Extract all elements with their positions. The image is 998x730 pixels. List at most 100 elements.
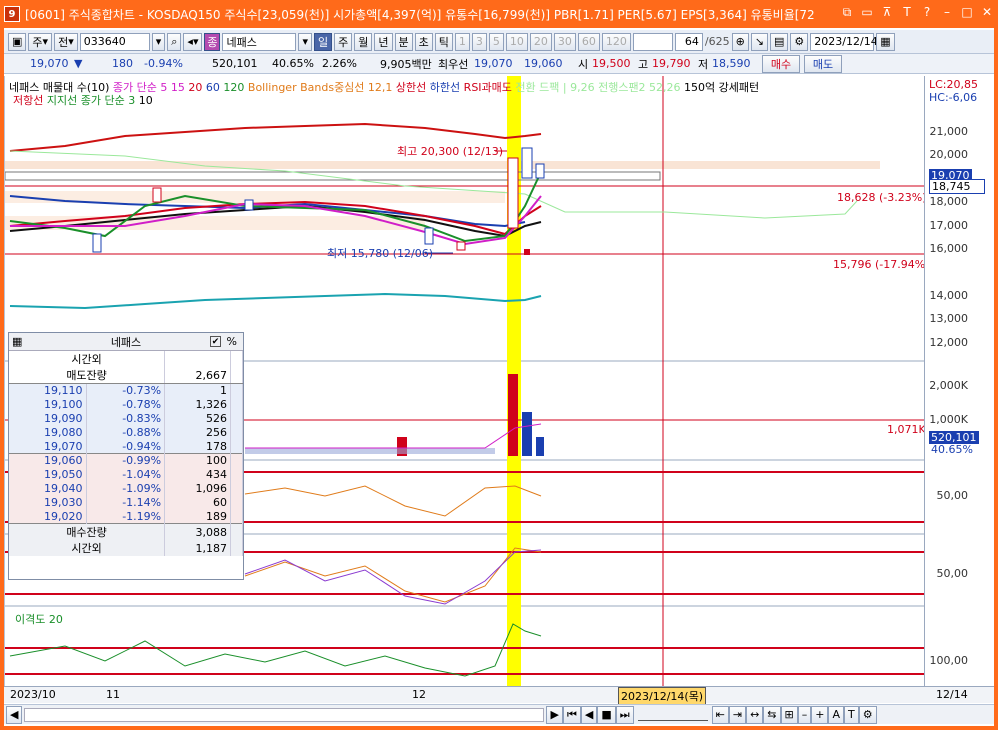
legend-resistance[interactable]: 저항선 (13, 94, 43, 107)
legend-bollinger-upper[interactable]: 상한선 (396, 81, 426, 94)
scroll-right-icon[interactable]: ▶ (546, 705, 563, 724)
first-icon[interactable]: ⏮ (562, 705, 581, 724)
interval-5[interactable]: 5 (488, 32, 504, 51)
tool-icon-5[interactable]: ⊞ (780, 705, 798, 724)
interval-120[interactable]: 120 (601, 32, 631, 51)
speed-slider[interactable] (637, 709, 708, 721)
interval-10[interactable]: 10 (505, 32, 528, 51)
period-week-tab[interactable]: 주 (334, 32, 353, 51)
scroll-track[interactable] (24, 707, 545, 722)
bid-row[interactable]: 19,050 -1.04% 434 (9, 467, 243, 482)
scroll-left-icon[interactable]: ◀ (6, 705, 23, 724)
low-price: 18,590 (712, 57, 751, 70)
ask-row[interactable]: 19,080 -0.88% 256 (9, 425, 243, 440)
bid-row[interactable]: 19,060 -0.99% 100 (9, 453, 243, 468)
period-day-tab[interactable]: 일 (314, 32, 333, 51)
text-icon[interactable]: A (828, 705, 844, 724)
layout-icon[interactable]: ▣ (8, 32, 27, 51)
settings-icon[interactable]: ⚙ (790, 32, 809, 51)
stop-icon[interactable]: ■ (597, 705, 616, 724)
axis-tick: 21,000 (929, 125, 969, 138)
period-second-tab[interactable]: 초 (414, 32, 433, 51)
period-month-tab[interactable]: 월 (354, 32, 373, 51)
font-icon[interactable]: T (900, 5, 914, 20)
interval-20[interactable]: 20 (529, 32, 552, 51)
orderbook-panel[interactable]: ▦ 네패스 ✔ % 시간외 매도잔량 2,667 19,110 -0.73% 1 1… (8, 332, 244, 580)
link-icon[interactable]: ⧉ (840, 5, 854, 20)
next-step-icon[interactable]: ⏭ (615, 705, 634, 724)
buy-button[interactable]: 매수 (762, 55, 800, 73)
legend-rsi-oversold[interactable]: RSI과매도 (464, 81, 512, 94)
change-percent: -0.94% (144, 57, 183, 70)
search-icon[interactable]: ⌕ (167, 32, 182, 51)
chart-scrollbar[interactable]: ◀ ▶ ⏮ ◀ ■ ⏭ ⇤ ⇥ ↔ ⇆ ⊞ – + A T ⚙ (4, 704, 994, 724)
bid-total-label: 매수잔량 (9, 523, 166, 540)
price-axis[interactable]: LC:20,85 HC:-6,06 21,000 20,000 19,070 1… (924, 76, 994, 686)
legend-ma3[interactable]: 종가 단순 3 (81, 94, 135, 107)
legend-ma120[interactable]: 120 (223, 81, 244, 94)
period-tick-tab[interactable]: 틱 (434, 32, 453, 51)
tool-icon-3[interactable]: ↔ (746, 705, 764, 724)
interval-30[interactable]: 30 (553, 32, 576, 51)
prev-select[interactable]: 전 ▾ (54, 32, 78, 51)
interval-1[interactable]: 1 (454, 32, 470, 51)
ask-row[interactable]: 19,090 -0.83% 526 (9, 411, 243, 426)
period-minute-tab[interactable]: 분 (394, 32, 413, 51)
level-line-2: 15,796 (-17.94%) (833, 258, 930, 271)
legend-ma10[interactable]: 10 (139, 94, 153, 107)
zoom-out-icon[interactable]: – (797, 705, 812, 724)
high-label: 고 (638, 57, 649, 71)
add-indicator-icon[interactable]: ⊕ (731, 32, 749, 51)
help-icon[interactable]: ? (920, 5, 934, 20)
period-year-tab[interactable]: 년 (374, 32, 393, 51)
legend-strong-pattern[interactable]: 150억 강세패턴 (684, 81, 759, 94)
sound-icon[interactable]: ◂▾ (183, 32, 203, 51)
close-icon[interactable]: ✕ (980, 5, 994, 20)
interval-60[interactable]: 60 (577, 32, 600, 51)
date-input[interactable]: 2023/12/14 (810, 32, 878, 51)
legend-ichimoku-2[interactable]: 전행스팬2 52,26 (598, 81, 680, 94)
legend-ma20[interactable]: 20 (188, 81, 202, 94)
tool-icon-2[interactable]: ⇥ (728, 705, 747, 724)
stock-code-input[interactable]: 033640 (79, 32, 150, 51)
calendar-icon[interactable]: ▦ (876, 32, 895, 51)
legend-bollinger-mid[interactable]: Bollinger Bands중심선 12,1 (248, 81, 393, 94)
legend-ma15[interactable]: 15 (171, 81, 185, 94)
save-icon[interactable]: ▤ (770, 32, 789, 51)
bid-row[interactable]: 19,030 -1.14% 60 (9, 495, 243, 510)
restore-icon[interactable]: ▭ (860, 5, 874, 20)
custom-interval-input[interactable] (632, 32, 673, 51)
zoom-in-icon[interactable]: + (811, 705, 829, 724)
ask-row[interactable]: 19,070 -0.94% 178 (9, 439, 243, 454)
legend-support[interactable]: 지지선 (47, 94, 77, 107)
maximize-icon[interactable]: □ (960, 5, 974, 20)
stock-dropdown-icon[interactable]: ▾ (298, 32, 312, 51)
ask-row[interactable]: 19,100 -0.78% 1,326 (9, 397, 243, 412)
legend-bollinger-lower[interactable]: 하한선 (430, 81, 460, 94)
pin-icon[interactable]: ⊼ (880, 5, 894, 20)
percent-checkbox[interactable]: ✔ (210, 336, 221, 347)
prev-step-icon[interactable]: ◀ (580, 705, 598, 724)
period-week-select[interactable]: 주 ▾ (28, 32, 53, 51)
ask-row[interactable]: 19,110 -0.73% 1 (9, 383, 243, 398)
grid-icon[interactable]: ▦ (12, 335, 22, 348)
settings-icon[interactable]: ⚙ (858, 705, 877, 724)
orderbook-header: ▦ 네패스 ✔ % (9, 333, 243, 351)
volume-level: 1,071K (887, 423, 926, 436)
bid-row[interactable]: 19,020 -1.19% 189 (9, 509, 243, 524)
legend-ichimoku-1[interactable]: 전환 드팩 | 9,26 (515, 81, 594, 94)
interval-3[interactable]: 3 (471, 32, 487, 51)
draw-tool-icon[interactable]: ↘ (750, 32, 769, 51)
axis-tick: 18,000 (929, 195, 969, 208)
font-size-icon[interactable]: T (843, 705, 859, 724)
stock-name-field[interactable]: 네패스 (222, 32, 297, 51)
bid-row[interactable]: 19,040 -1.09% 1,096 (9, 481, 243, 496)
tool-icon-4[interactable]: ⇆ (763, 705, 781, 724)
legend-ma60[interactable]: 60 (206, 81, 220, 94)
low-label: 저 (698, 57, 709, 71)
code-dropdown-icon[interactable]: ▾ (151, 32, 166, 51)
tool-icon-1[interactable]: ⇤ (711, 705, 729, 724)
sell-button[interactable]: 매도 (804, 55, 842, 73)
count-input[interactable]: 64 (674, 32, 703, 51)
minimize-icon[interactable]: – (940, 5, 954, 20)
